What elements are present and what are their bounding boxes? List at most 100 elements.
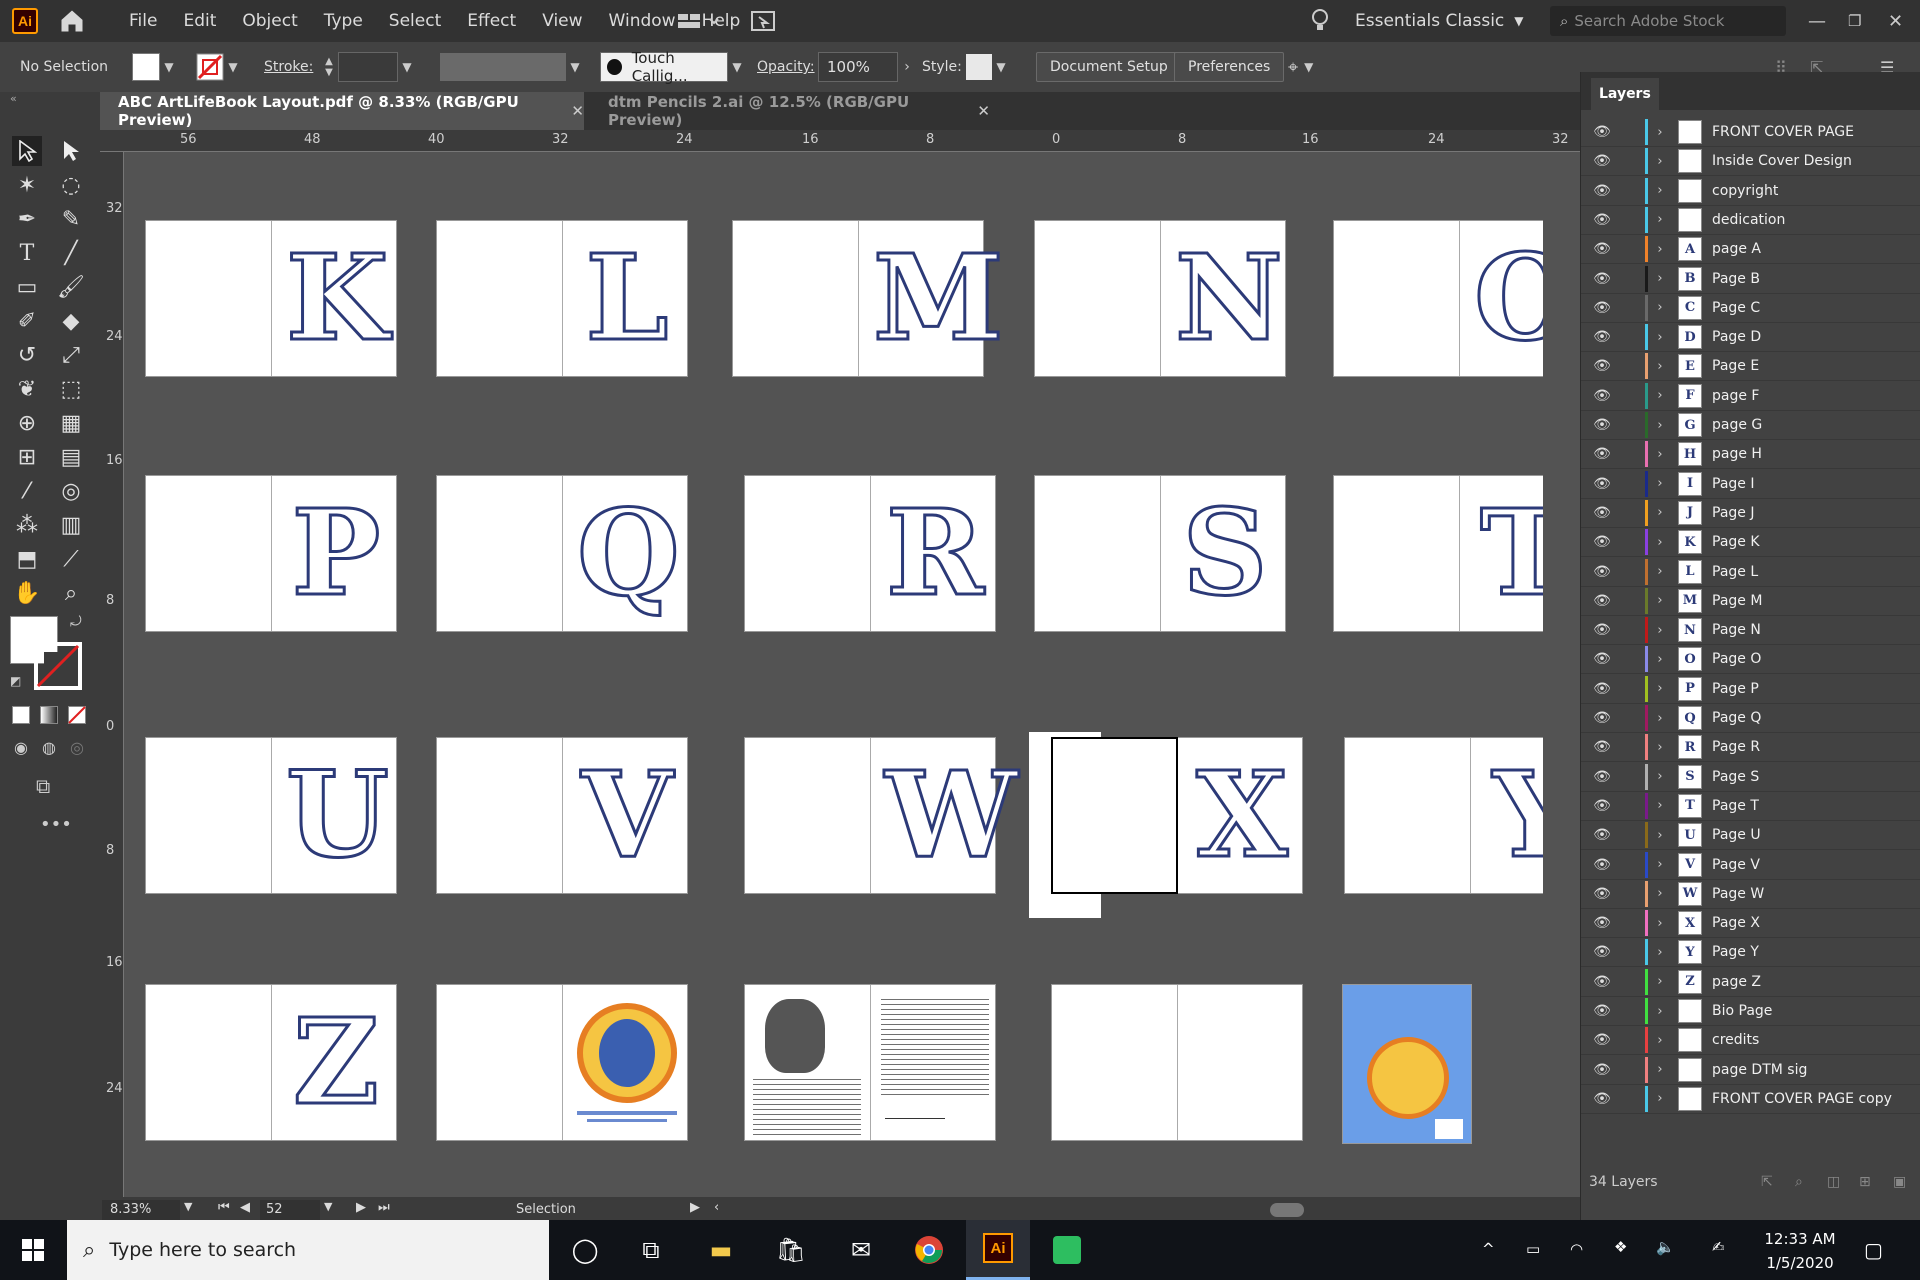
gpu-performance-icon[interactable] bbox=[750, 0, 776, 42]
layer-row[interactable]: 👁 › FRONT COVER PAGE bbox=[1581, 118, 1920, 147]
layer-name[interactable]: Page J bbox=[1712, 505, 1754, 521]
stroke-color-box[interactable] bbox=[34, 642, 82, 690]
spread-blank[interactable] bbox=[1051, 984, 1303, 1141]
expand-chevron-icon[interactable]: › bbox=[1648, 974, 1672, 989]
visibility-eye-icon[interactable]: 👁 bbox=[1581, 446, 1623, 462]
layer-row[interactable]: 👁 › C Page C bbox=[1581, 294, 1920, 323]
layer-row[interactable]: 👁 › J Page J bbox=[1581, 499, 1920, 528]
expand-chevron-icon[interactable]: › bbox=[1648, 1004, 1672, 1019]
layer-name[interactable]: Page P bbox=[1712, 681, 1759, 697]
opacity-value[interactable]: 100% bbox=[818, 52, 898, 82]
spread-s[interactable]: S bbox=[1034, 475, 1286, 632]
expand-chevron-icon[interactable]: › bbox=[1648, 300, 1672, 315]
expand-chevron-icon[interactable]: › bbox=[1648, 564, 1672, 579]
pen-tool-icon[interactable]: ✒ bbox=[12, 204, 42, 234]
spread-u[interactable]: U bbox=[145, 737, 397, 894]
menu-object[interactable]: Object bbox=[229, 11, 310, 31]
spread-z[interactable]: Z bbox=[145, 984, 397, 1141]
layer-row[interactable]: 👁 › O Page O bbox=[1581, 645, 1920, 675]
layer-name[interactable]: Page M bbox=[1712, 593, 1762, 609]
wifi-icon[interactable]: ◠ bbox=[1570, 1240, 1583, 1258]
expand-chevron-icon[interactable]: › bbox=[1648, 183, 1672, 198]
artboard-tool-icon[interactable]: ⬒ bbox=[12, 544, 42, 574]
visibility-eye-icon[interactable]: 👁 bbox=[1581, 739, 1623, 755]
collapse-icon[interactable]: « bbox=[10, 92, 17, 105]
chevron-down-icon[interactable]: ▼ bbox=[324, 1200, 332, 1213]
expand-chevron-icon[interactable]: › bbox=[1648, 388, 1672, 403]
perspective-grid-icon[interactable]: ▦ bbox=[56, 408, 86, 438]
layer-row[interactable]: 👁 › Y Page Y bbox=[1581, 938, 1920, 968]
color-mode-icon[interactable] bbox=[12, 706, 30, 724]
layer-row[interactable]: 👁 › credits bbox=[1581, 1026, 1920, 1056]
brush-definition[interactable]: Touch Callig... ▼ bbox=[600, 49, 746, 85]
stroke-weight-stepper[interactable]: ▲ ▼ ▼ bbox=[320, 52, 416, 82]
visibility-eye-icon[interactable]: 👁 bbox=[1581, 798, 1623, 814]
file-explorer-icon[interactable]: ▬ bbox=[702, 1232, 740, 1268]
type-tool-icon[interactable]: T bbox=[12, 238, 42, 268]
layer-name[interactable]: FRONT COVER PAGE bbox=[1712, 124, 1854, 140]
menu-select[interactable]: Select bbox=[376, 11, 454, 31]
expand-chevron-icon[interactable]: › bbox=[1648, 711, 1672, 726]
layer-name[interactable]: credits bbox=[1712, 1032, 1759, 1048]
layer-row[interactable]: 👁 › Fpage F bbox=[1581, 382, 1920, 411]
expand-chevron-icon[interactable]: › bbox=[1648, 681, 1672, 696]
preferences-button[interactable]: Preferences bbox=[1174, 52, 1285, 82]
visibility-eye-icon[interactable]: 👁 bbox=[1581, 622, 1623, 638]
layer-name[interactable]: dedication bbox=[1712, 212, 1785, 228]
hand-tool-icon[interactable]: ✋ bbox=[12, 578, 42, 608]
visibility-eye-icon[interactable]: 👁 bbox=[1581, 417, 1623, 433]
notifications-icon[interactable]: ▢ bbox=[1864, 1238, 1883, 1262]
layer-name[interactable]: Page Y bbox=[1712, 944, 1759, 960]
chrome-icon[interactable] bbox=[910, 1232, 948, 1268]
workspace-switcher[interactable]: Essentials Classic ▼ bbox=[1355, 0, 1524, 42]
layer-name[interactable]: Page O bbox=[1712, 651, 1761, 667]
visibility-eye-icon[interactable]: 👁 bbox=[1581, 358, 1623, 374]
expand-chevron-icon[interactable]: › bbox=[1648, 769, 1672, 784]
close-button[interactable]: ✕ bbox=[1888, 0, 1903, 42]
visibility-eye-icon[interactable]: 👁 bbox=[1581, 974, 1623, 990]
layer-name[interactable]: FRONT COVER PAGE copy bbox=[1712, 1091, 1892, 1107]
rectangle-tool-icon[interactable]: ▭ bbox=[12, 272, 42, 302]
status-menu-icon[interactable]: ▶ bbox=[690, 1200, 700, 1215]
free-transform-icon[interactable]: ⬚ bbox=[56, 374, 86, 404]
chevron-right-icon[interactable]: › bbox=[898, 52, 916, 82]
visibility-eye-icon[interactable]: 👁 bbox=[1581, 183, 1623, 199]
layer-row[interactable]: 👁 › B Page B bbox=[1581, 265, 1920, 294]
front-cover-thumbnail[interactable] bbox=[1342, 984, 1472, 1144]
spread-r[interactable]: R bbox=[744, 475, 996, 632]
layer-row[interactable]: 👁 › copyright bbox=[1581, 177, 1920, 206]
chevron-down-icon[interactable]: ▼ bbox=[728, 52, 746, 82]
spread-credits[interactable] bbox=[436, 984, 688, 1141]
layer-row[interactable]: 👁 › R Page R bbox=[1581, 733, 1920, 763]
layer-row[interactable]: 👁 › X Page X bbox=[1581, 909, 1920, 939]
volume-icon[interactable]: 🔈 bbox=[1656, 1238, 1675, 1256]
layer-name[interactable]: Page R bbox=[1712, 739, 1760, 755]
expand-chevron-icon[interactable]: › bbox=[1648, 125, 1672, 140]
rotate-tool-icon[interactable]: ↺ bbox=[12, 340, 42, 370]
layers-tab[interactable]: Layers bbox=[1591, 78, 1659, 110]
visibility-eye-icon[interactable]: 👁 bbox=[1581, 1062, 1623, 1078]
layer-name[interactable]: Page S bbox=[1712, 769, 1759, 785]
chevron-down-icon[interactable]: ▼ bbox=[184, 1200, 192, 1213]
cortana-icon[interactable]: ◯ bbox=[566, 1232, 604, 1268]
visibility-eye-icon[interactable]: 👁 bbox=[1581, 827, 1623, 843]
layer-name[interactable]: Page X bbox=[1712, 915, 1760, 931]
layer-row[interactable]: 👁 › Inside Cover Design bbox=[1581, 147, 1920, 177]
layer-row[interactable]: 👁 › Bio Page bbox=[1581, 997, 1920, 1026]
spread-p[interactable]: P bbox=[145, 475, 397, 632]
layer-name[interactable]: Page N bbox=[1712, 622, 1761, 638]
layer-row[interactable]: 👁 › I Page I bbox=[1581, 470, 1920, 499]
layer-name[interactable]: Page Q bbox=[1712, 710, 1761, 726]
chevron-down-icon[interactable]: ▼ bbox=[992, 52, 1010, 82]
visibility-eye-icon[interactable]: 👁 bbox=[1581, 681, 1623, 697]
fill-swatch[interactable]: ▼ bbox=[132, 52, 178, 82]
warp-tool-icon[interactable]: ❦ bbox=[12, 374, 42, 404]
visibility-eye-icon[interactable]: 👁 bbox=[1581, 476, 1623, 492]
gradient-tool-icon[interactable]: ▤ bbox=[56, 442, 86, 472]
expand-chevron-icon[interactable]: › bbox=[1648, 330, 1672, 345]
lasso-icon[interactable]: ◌ bbox=[56, 170, 86, 200]
layer-name[interactable]: page A bbox=[1712, 241, 1761, 257]
dropbox-icon[interactable]: ❖ bbox=[1614, 1238, 1627, 1256]
layer-name[interactable]: page G bbox=[1712, 417, 1762, 433]
previous-artboard-icon[interactable]: ◀ bbox=[240, 1200, 250, 1215]
